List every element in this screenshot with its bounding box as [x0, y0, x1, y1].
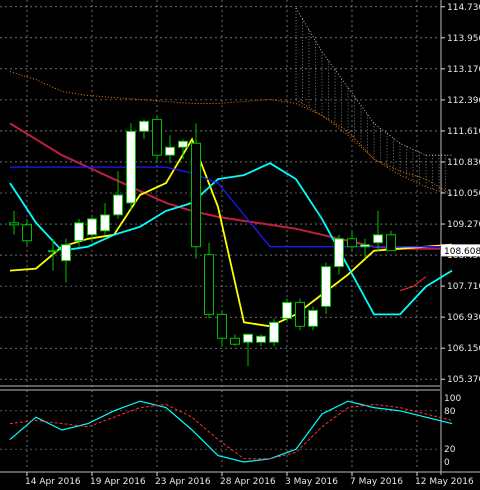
- candle-bear: [191, 142, 201, 248]
- price-tick-label: 111.610: [447, 127, 480, 137]
- date-tick-label: 28 Apr 2016: [220, 477, 276, 487]
- price-tick-label: 110.830: [447, 158, 480, 168]
- price-tick-label: 112.390: [447, 96, 480, 106]
- candle-bull: [243, 333, 253, 343]
- price-tick-label: 106.930: [447, 313, 480, 323]
- price-tick-label: 105.370: [447, 375, 480, 385]
- candle-bull: [178, 140, 188, 148]
- candle-bull: [87, 218, 97, 236]
- stoch-tick-label: 0: [444, 458, 450, 468]
- price-tick-label: 113.170: [447, 65, 480, 75]
- candle-bear: [9, 222, 19, 226]
- price-tick-label: 114.730: [447, 3, 480, 13]
- price-tick-label: 113.950: [447, 34, 480, 44]
- price-tick-label: 110.050: [447, 189, 480, 199]
- candle-bull: [113, 194, 123, 216]
- date-tick-label: 7 May 2016: [350, 477, 403, 487]
- stoch-tick-label: 100: [444, 394, 461, 404]
- candle-bull: [100, 214, 110, 232]
- price-tick-label: 109.270: [447, 220, 480, 230]
- candle-bull: [308, 309, 318, 327]
- candle-bear: [22, 224, 32, 242]
- candle-bear: [347, 238, 357, 248]
- candle-bull: [126, 130, 136, 204]
- candle-bear: [230, 337, 240, 345]
- date-tick-label: 19 Apr 2016: [90, 477, 146, 487]
- candle-bull: [256, 335, 266, 343]
- stoch-tick-label: 80: [444, 407, 456, 417]
- stoch-tick-label: 20: [444, 445, 456, 455]
- date-tick-label: 23 Apr 2016: [155, 477, 211, 487]
- current-price-label: 108.608: [444, 247, 480, 257]
- price-tick-label: 106.150: [447, 344, 480, 354]
- candle-bull: [165, 146, 175, 156]
- candle-bull: [373, 234, 383, 244]
- candle-bull: [282, 301, 292, 319]
- candle-bear: [152, 118, 162, 156]
- price-tick-label: 107.710: [447, 282, 480, 292]
- date-tick-label: 12 May 2016: [415, 477, 474, 487]
- candle-bull: [360, 244, 370, 248]
- candle-bull: [139, 120, 149, 132]
- candle-bull: [334, 238, 344, 268]
- date-tick-label: 3 May 2016: [285, 477, 338, 487]
- candle-bull: [48, 250, 58, 253]
- candle-bear: [204, 254, 214, 315]
- candle-bull: [74, 222, 84, 242]
- date-tick-label: 14 Apr 2016: [25, 477, 81, 487]
- candle-bull: [61, 244, 71, 262]
- candle-bear: [217, 313, 227, 339]
- candle-bull: [321, 266, 331, 307]
- candle-bear: [386, 234, 396, 252]
- price-chart[interactable]: 100 80 20 0 114.730 113.950 113.170 112.390 111…: [0, 0, 480, 490]
- candle-bull: [269, 321, 279, 343]
- candle-bear: [295, 301, 305, 327]
